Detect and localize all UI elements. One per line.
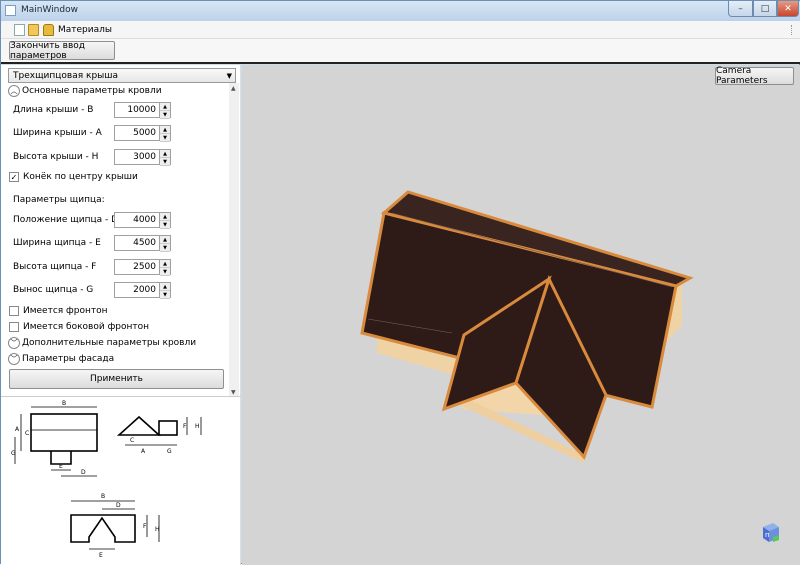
label-a-side: A <box>141 448 146 455</box>
dimension-drawing: B C A G E D C A G F H B D E F H <box>11 400 202 559</box>
roof-width-spinner[interactable]: ▲ ▼ <box>160 125 171 142</box>
chevron-up-icon: ︿ <box>8 85 20 97</box>
roof-height-input[interactable]: 3000 <box>114 149 160 165</box>
has-front-checkbox[interactable]: Имеется фронтон <box>9 306 209 318</box>
label-f-side: F <box>183 423 187 430</box>
label-d-top: D <box>81 469 86 476</box>
roof-width-label: Ширина крыши - A <box>13 128 102 138</box>
roof-length-input[interactable]: 10000 <box>114 102 160 118</box>
close-button[interactable]: ✕ <box>777 1 799 17</box>
gable-height-input[interactable]: 2500 <box>114 259 160 275</box>
roof-width-field: Ширина крыши - A 5000 ▲ ▼ <box>13 125 173 142</box>
ridge-center-checkbox[interactable]: ✓ Конёк по центру крыши <box>9 172 209 184</box>
parameters-panel: Трехщипцовая крыша ▼ ▲ ▼ ︿ Основные пара… <box>1 65 241 565</box>
chevron-down-icon: ﹀ <box>8 353 20 365</box>
roof-height-spinner[interactable]: ▲ ▼ <box>160 149 171 166</box>
panel-scrollbar[interactable]: ▲ ▼ <box>229 83 239 396</box>
roof-width-input[interactable]: 5000 <box>114 125 160 141</box>
facade-params-expander[interactable]: ﹀ Параметры фасада <box>8 353 228 366</box>
main-params-label: Основные параметры кровли <box>22 86 162 96</box>
gable-overhang-label: Вынос щипца - G <box>13 285 94 295</box>
ridge-center-label: Конёк по центру крыши <box>23 172 138 182</box>
new-doc-icon[interactable] <box>14 24 25 36</box>
chevron-down-icon: ﹀ <box>8 337 20 349</box>
toolbar: Закончить ввод параметров <box>1 39 800 64</box>
label-b-front: B <box>101 493 105 500</box>
extra-params-label: Дополнительные параметры кровли <box>22 338 197 348</box>
checkbox-box <box>9 306 19 316</box>
apply-button[interactable]: Применить <box>9 369 224 389</box>
scroll-down-icon[interactable]: ▼ <box>231 389 236 396</box>
label-c-left: C <box>25 430 29 437</box>
has-front-label: Имеется фронтон <box>23 306 108 316</box>
label-h-front: H <box>155 526 160 533</box>
gable-overhang-spinner[interactable]: ▲ ▼ <box>160 282 171 299</box>
roof-dimension-diagram: B C A G E D C A G F H B D E F H <box>1 396 241 565</box>
label-b: B <box>62 400 66 407</box>
main-window: MainWindow – □ ✕ Материалы Закончить вво… <box>0 0 800 565</box>
roof-length-field: Длина крыши - B 10000 ▲ ▼ <box>13 102 173 119</box>
label-f-front: F <box>143 523 147 530</box>
roof-length-label: Длина крыши - B <box>13 105 94 115</box>
chevron-down-icon: ▼ <box>226 72 232 80</box>
window-title: MainWindow <box>21 5 78 15</box>
label-a-left: A <box>15 426 20 433</box>
gable-overhang-field: Вынос щипца - G 2000 ▲ ▼ <box>13 282 173 299</box>
gable-position-spinner[interactable]: ▲ ▼ <box>160 212 171 229</box>
facade-params-label: Параметры фасада <box>22 354 115 364</box>
menu-materials[interactable]: Материалы <box>58 25 112 35</box>
lock-icon[interactable] <box>43 24 54 36</box>
label-g-side: G <box>167 448 172 455</box>
app-icon <box>5 5 16 16</box>
extra-params-expander[interactable]: ﹀ Дополнительные параметры кровли <box>8 337 228 350</box>
finish-input-button[interactable]: Закончить ввод параметров <box>9 41 115 61</box>
roof-type-value: Трехщипцовая крыша <box>13 71 119 81</box>
label-h-side: H <box>195 423 200 430</box>
gable-position-label: Положение щипца - D <box>13 215 119 225</box>
has-side-front-checkbox[interactable]: Имеется боковой фронтон <box>9 322 209 334</box>
label-c-side: C <box>130 437 134 444</box>
gable-height-spinner[interactable]: ▲ ▼ <box>160 259 171 276</box>
roof-height-label: Высота крыши - H <box>13 152 99 162</box>
checkbox-box <box>9 322 19 332</box>
label-e-front: E <box>99 552 103 559</box>
has-side-front-label: Имеется боковой фронтон <box>23 322 150 332</box>
minimize-button[interactable]: – <box>728 1 753 17</box>
open-folder-icon[interactable] <box>28 24 39 36</box>
check-icon: ✓ <box>9 172 19 182</box>
gable-width-input[interactable]: 4500 <box>114 235 160 251</box>
gable-position-field: Положение щипца - D 4000 ▲ ▼ <box>13 212 173 229</box>
gable-width-field: Ширина щипца - E 4500 ▲ ▼ <box>13 235 173 252</box>
roof-height-field: Высота крыши - H 3000 ▲ ▼ <box>13 149 173 166</box>
3d-viewport[interactable]: Camera Parameters п <box>242 65 800 565</box>
roof-3d-model <box>360 190 694 463</box>
roof-type-select[interactable]: Трехщипцовая крыша ▼ <box>8 68 236 83</box>
main-params-expander[interactable]: ︿ Основные параметры кровли <box>8 85 228 98</box>
gable-params-heading: Параметры щипца: <box>13 195 105 205</box>
gable-height-label: Высота щипца - F <box>13 262 97 272</box>
label-g-left: G <box>11 450 16 457</box>
maximize-button[interactable]: □ <box>753 1 777 17</box>
label-e-top: E <box>59 463 63 470</box>
gable-width-spinner[interactable]: ▲ ▼ <box>160 235 171 252</box>
label-d-front: D <box>116 502 121 509</box>
gable-position-input[interactable]: 4000 <box>114 212 160 228</box>
toolbar-grip-icon <box>791 25 797 35</box>
scroll-up-icon[interactable]: ▲ <box>231 85 236 92</box>
roof-length-spinner[interactable]: ▲ ▼ <box>160 102 171 119</box>
title-bar: MainWindow – □ ✕ <box>1 1 800 21</box>
gable-overhang-input[interactable]: 2000 <box>114 282 160 298</box>
view-cube-icon[interactable]: п <box>760 521 780 543</box>
gable-width-label: Ширина щипца - E <box>13 238 101 248</box>
gable-height-field: Высота щипца - F 2500 ▲ ▼ <box>13 259 173 276</box>
svg-text:п: п <box>765 531 770 539</box>
menu-bar: Материалы <box>1 21 800 39</box>
